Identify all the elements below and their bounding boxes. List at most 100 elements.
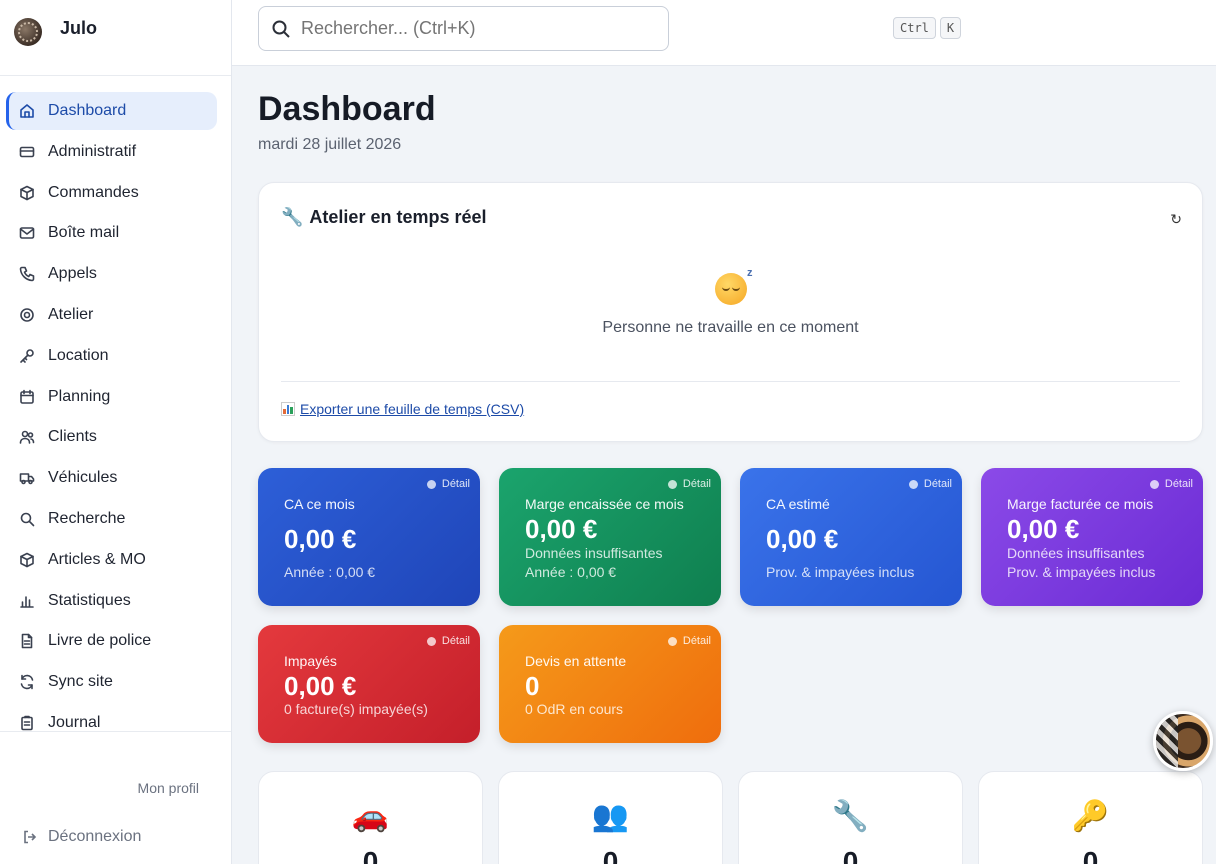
phone-icon: [18, 265, 36, 283]
kpi-impayes[interactable]: Détail Impayés 0,00 € 0 facture(s) impay…: [258, 625, 480, 743]
sidebar-item-label: Location: [48, 346, 109, 364]
sidebar-item-label: Statistiques: [48, 591, 131, 609]
sidebar-item-dashboard[interactable]: Dashboard: [6, 92, 217, 130]
sidebar-item-label: Atelier: [48, 305, 94, 323]
sidebar-item-recherche[interactable]: Recherche: [6, 500, 217, 538]
kbd-k: K: [939, 17, 962, 39]
kpi-sub: Prov. & impayées inclus: [766, 564, 915, 580]
page-date: mardi 28 juillet 2026: [258, 136, 402, 153]
sidebar-item-boite-mail[interactable]: Boîte mail: [6, 214, 217, 252]
truck-icon: [18, 469, 36, 487]
sidebar-nav: Dashboard Administratif Commandes Boîte …: [0, 76, 231, 742]
live-card-title: 🔧 Atelier en temps réel: [281, 207, 487, 228]
kpi-devis-attente[interactable]: Détail Devis en attente 0 0 OdR en cours: [499, 625, 721, 743]
logout-label: Déconnexion: [48, 828, 142, 845]
search-box[interactable]: [258, 6, 669, 51]
magnifier-icon: [426, 479, 436, 489]
magnifier-icon: [667, 479, 677, 489]
sidebar-item-label: Appels: [48, 265, 97, 283]
sleeping-face-icon: z: [714, 267, 753, 305]
assistant-avatar-button[interactable]: [1153, 711, 1213, 771]
export-timesheet-link[interactable]: Exporter une feuille de temps (CSV): [281, 401, 524, 417]
kpi-value: 0,00 €: [1007, 514, 1080, 544]
kpi-value: 0,00 €: [284, 671, 357, 701]
kpi-sub: Année : 0,00 €: [284, 564, 376, 580]
count-card-atelier[interactable]: 🔧 0: [738, 771, 963, 864]
sidebar-item-administratif[interactable]: Administratif: [6, 133, 217, 171]
sidebar-item-label: Recherche: [48, 509, 126, 527]
brand-header: Julo: [0, 0, 231, 76]
kpi-label: Marge facturée ce mois: [1007, 496, 1154, 512]
profile-link[interactable]: Mon profil: [138, 780, 199, 796]
detail-link[interactable]: Détail: [426, 635, 470, 647]
kpi-label: Devis en attente: [525, 653, 627, 669]
sidebar-item-label: Véhicules: [48, 469, 118, 487]
sidebar-item-label: Commandes: [48, 183, 139, 201]
sidebar-item-atelier[interactable]: Atelier: [6, 296, 217, 334]
sidebar-item-commandes[interactable]: Commandes: [6, 174, 217, 212]
logout-icon: [24, 830, 37, 844]
wrench-icon: 🔧: [281, 207, 304, 227]
kpi-value: 0,00 €: [766, 524, 839, 554]
sidebar-item-location[interactable]: Location: [6, 337, 217, 375]
users-icon: [18, 428, 36, 446]
users-icon: 👥: [591, 800, 630, 833]
kpi-marge-encaissee[interactable]: Détail Marge encaissée ce mois 0,00 € Do…: [499, 468, 721, 606]
kpi-sub: Données insuffisantes: [525, 545, 663, 561]
gear-icon: [18, 306, 36, 324]
sidebar-item-appels[interactable]: Appels: [6, 255, 217, 293]
sidebar-item-statistiques[interactable]: Statistiques: [6, 582, 217, 620]
detail-link[interactable]: Détail: [1149, 478, 1193, 490]
brand-logo[interactable]: [14, 18, 42, 46]
magnifier-icon: [908, 479, 918, 489]
kpi-label: CA estimé: [766, 496, 830, 512]
search-icon: [272, 20, 290, 38]
sidebar-item-clients[interactable]: Clients: [6, 418, 217, 456]
kpi-sub: 0 facture(s) impayée(s): [284, 701, 428, 717]
count-value: 0: [362, 846, 379, 864]
sidebar-item-label: Planning: [48, 387, 111, 405]
detail-link[interactable]: Détail: [667, 635, 711, 647]
kbd-ctrl: Ctrl: [893, 17, 936, 39]
sync-icon: [18, 673, 36, 691]
kpi-value: 0: [525, 671, 540, 701]
count-card-location[interactable]: 🔑 0: [978, 771, 1203, 864]
sidebar-item-livre-de-police[interactable]: Livre de police: [6, 622, 217, 660]
file-icon: [18, 632, 36, 650]
sidebar-item-planning[interactable]: Planning: [6, 378, 217, 416]
kpi-ca-estime[interactable]: Détail CA estimé 0,00 € Prov. & impayées…: [740, 468, 962, 606]
export-label: Exporter une feuille de temps (CSV): [300, 401, 525, 417]
kpi-value: 0,00 €: [284, 524, 357, 554]
kpi-marge-facturee[interactable]: Détail Marge facturée ce mois 0,00 € Don…: [981, 468, 1203, 606]
sidebar-item-label: Dashboard: [48, 102, 127, 119]
kpi-ca-mois[interactable]: Détail CA ce mois 0,00 € Année : 0,00 €: [258, 468, 480, 606]
sidebar-item-articles[interactable]: Articles & MO: [6, 541, 217, 579]
live-workshop-card: 🔧 Atelier en temps réel ↻ z Personne ne …: [258, 182, 1203, 442]
refresh-icon[interactable]: ↻: [1170, 211, 1182, 228]
bar-chart-icon: [18, 592, 36, 610]
logout-button[interactable]: Déconnexion: [22, 828, 141, 846]
sidebar-item-vehicules[interactable]: Véhicules: [6, 459, 217, 497]
detail-link[interactable]: Détail: [908, 478, 952, 490]
sidebar-item-label: Livre de police: [48, 632, 152, 650]
sidebar-item-label: Sync site: [48, 673, 113, 691]
chart-icon: [281, 402, 295, 416]
car-icon: 🚗: [351, 800, 390, 833]
card-icon: [18, 143, 36, 161]
page-title: Dashboard: [258, 90, 436, 128]
mail-icon: [18, 224, 36, 242]
sidebar-item-sync-site[interactable]: Sync site: [6, 663, 217, 701]
sidebar-item-label: Clients: [48, 428, 97, 446]
search-input[interactable]: [301, 18, 641, 39]
divider: [281, 381, 1180, 382]
count-value: 0: [842, 846, 859, 864]
detail-link[interactable]: Détail: [426, 478, 470, 490]
live-title-text: Atelier en temps réel: [309, 207, 487, 227]
detail-link[interactable]: Détail: [667, 478, 711, 490]
key-icon: [18, 347, 36, 365]
count-card-clients[interactable]: 👥 0: [498, 771, 723, 864]
count-card-vehicles[interactable]: 🚗 0: [258, 771, 483, 864]
brand-name: Julo: [60, 18, 98, 38]
sidebar-item-label: Articles & MO: [48, 550, 146, 568]
home-icon: [18, 102, 36, 120]
